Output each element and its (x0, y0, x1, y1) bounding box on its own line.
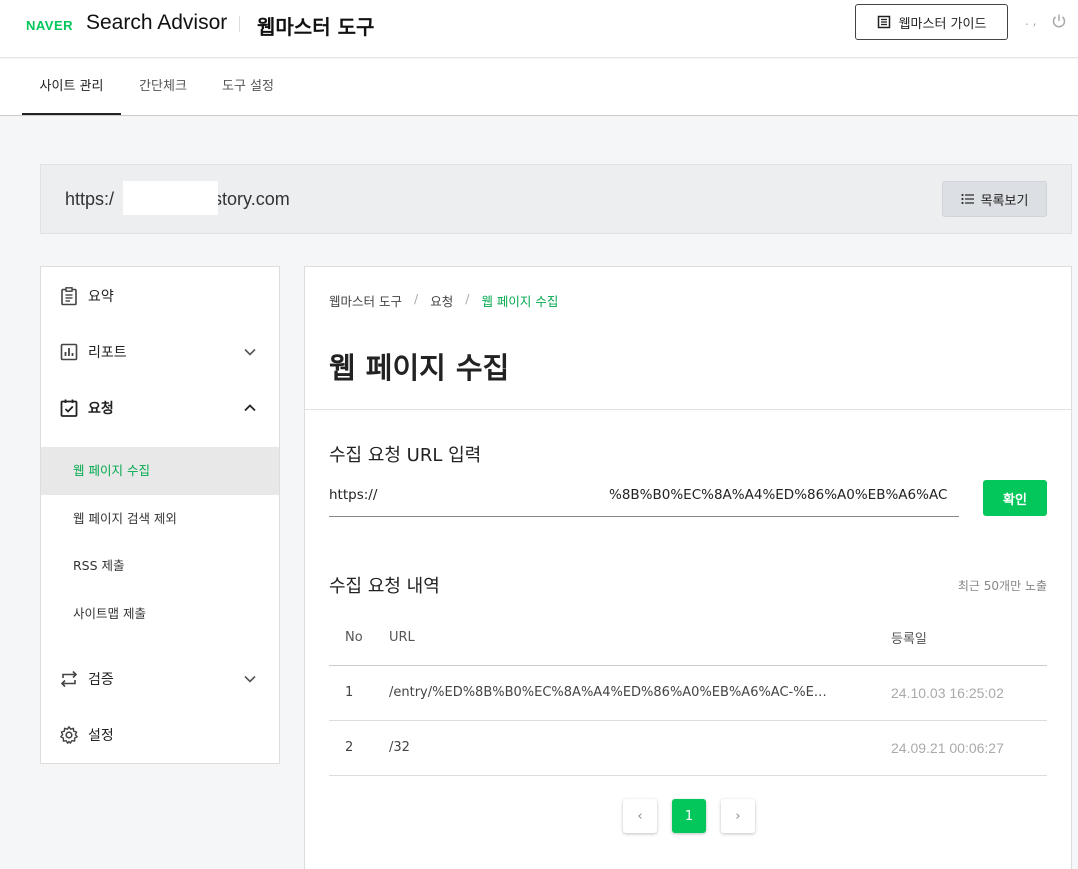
tool-title[interactable]: 웹마스터 도구 (257, 11, 374, 40)
request-history-table: No URL 등록일 1 /entry/%ED%8B%B0%EC%8A%A4%E… (329, 611, 1047, 776)
row-no: 1 (329, 665, 389, 721)
row-url[interactable]: /entry/%ED%8B%B0%EC%8A%A4%ED%86%A0%EB%A6… (389, 665, 891, 721)
title-divider (305, 409, 1071, 410)
chevron-down-icon (244, 675, 256, 683)
row-url[interactable]: /32 (389, 720, 891, 776)
pagination: ‹ 1 › (623, 799, 755, 833)
breadcrumb: 웹마스터 도구 / 요청 / 웹 페이지 수집 (329, 291, 558, 310)
url-input-field[interactable]: https:// %8B%B0%EC%8A%A4%ED%86%A0%EB%A6%… (329, 481, 959, 517)
sidebar-item-report[interactable]: 리포트 (41, 324, 279, 380)
sidebar-sub-rss-submit[interactable]: RSS 제출 (41, 542, 279, 590)
logo-divider (239, 16, 240, 32)
user-name[interactable]: . , (1025, 14, 1036, 28)
sidebar-item-label: 설정 (88, 728, 114, 744)
page-button-current[interactable]: 1 (672, 799, 706, 833)
sidebar: 요약 리포트 요청 웹 페이지 수집 웹 페이지 검색 제외 RSS 제출 사이… (40, 266, 280, 764)
sidebar-item-label: 요청 (88, 401, 114, 417)
prev-page-button[interactable]: ‹ (623, 799, 657, 833)
breadcrumb-item[interactable]: 요청 (430, 291, 453, 310)
gear-icon (60, 726, 78, 744)
tab-site-management[interactable]: 사이트 관리 (22, 59, 121, 115)
chevron-down-icon (244, 348, 256, 356)
sidebar-sub-web-page-exclude[interactable]: 웹 페이지 검색 제외 (41, 495, 279, 543)
site-bar: https:/istory.com 목록보기 (40, 164, 1072, 234)
breadcrumb-separator: / (413, 291, 419, 306)
next-page-button[interactable]: › (721, 799, 755, 833)
breadcrumb-item[interactable]: 웹마스터 도구 (329, 291, 402, 310)
webmaster-guide-button[interactable]: 웹마스터 가이드 (855, 4, 1008, 40)
table-header-row: No URL 등록일 (329, 611, 1047, 666)
arrows-swap-icon (60, 670, 78, 688)
row-date: 24.09.21 00:06:27 (891, 720, 1047, 776)
row-no: 2 (329, 720, 389, 776)
table-row: 1 /entry/%ED%8B%B0%EC%8A%A4%ED%86%A0%EB%… (329, 665, 1047, 721)
table-row: 2 /32 24.09.21 00:06:27 (329, 720, 1047, 776)
history-section-title: 수집 요청 내역 (329, 576, 440, 597)
column-header-url: URL (389, 611, 891, 666)
page-title: 웹 페이지 수집 (329, 351, 510, 385)
search-advisor-logo[interactable]: Search Advisor (86, 11, 227, 35)
column-header-no: No (329, 611, 389, 666)
redacted-area (123, 181, 218, 215)
main-tabs: 사이트 관리 간단체크 도구 설정 (0, 59, 1078, 116)
power-icon[interactable] (1050, 12, 1068, 30)
list-icon (960, 193, 974, 205)
chevron-up-icon (244, 404, 256, 412)
sidebar-item-label: 검증 (88, 672, 114, 688)
sidebar-item-verify[interactable]: 검증 (41, 651, 279, 707)
sidebar-item-label: 요약 (88, 289, 114, 305)
column-header-date: 등록일 (891, 611, 1047, 666)
breadcrumb-separator: / (465, 291, 470, 306)
sidebar-sub-sitemap-submit[interactable]: 사이트맵 제출 (41, 590, 279, 638)
history-note: 최근 50개만 노출 (957, 579, 1047, 593)
main-content: 웹마스터 도구 / 요청 / 웹 페이지 수집 웹 페이지 수집 수집 요청 U… (304, 266, 1072, 869)
url-input-section-title: 수집 요청 URL 입력 (329, 445, 482, 466)
tab-tool-settings[interactable]: 도구 설정 (210, 59, 286, 115)
row-date: 24.10.03 16:25:02 (891, 665, 1047, 721)
sidebar-item-label: 리포트 (88, 345, 127, 361)
chart-icon (60, 343, 78, 361)
calendar-check-icon (60, 399, 78, 417)
naver-logo[interactable]: NAVER (26, 18, 73, 33)
guide-button-label: 웹마스터 가이드 (898, 16, 987, 32)
url-input-value: %8B%B0%EC%8A%A4%ED%86%A0%EB%A6%AC (609, 487, 948, 503)
breadcrumb-current: 웹 페이지 수집 (481, 294, 559, 309)
sidebar-item-request[interactable]: 요청 (41, 380, 279, 436)
top-header: NAVER Search Advisor 웹마스터 도구 웹마스터 가이드 . … (0, 0, 1078, 58)
list-view-button[interactable]: 목록보기 (942, 181, 1047, 217)
list-view-label: 목록보기 (980, 193, 1029, 209)
book-icon (877, 15, 890, 29)
sidebar-item-summary[interactable]: 요약 (41, 268, 279, 324)
clipboard-icon (61, 287, 77, 306)
url-input-prefix: https:// (329, 487, 378, 503)
confirm-button[interactable]: 확인 (983, 480, 1047, 516)
tab-quick-check[interactable]: 간단체크 (126, 59, 200, 115)
sidebar-sub-web-page-collect[interactable]: 웹 페이지 수집 (41, 447, 279, 495)
sidebar-item-settings[interactable]: 설정 (41, 707, 279, 763)
